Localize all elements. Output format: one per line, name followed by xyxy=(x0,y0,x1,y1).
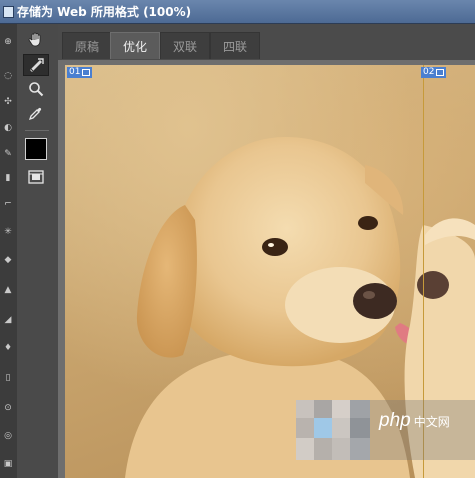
ps-tool-icon[interactable]: ✎ xyxy=(3,150,13,159)
watermark: php 中文网 xyxy=(296,400,475,460)
window-title-bar: 存储为 Web 所用格式 (100%) xyxy=(0,0,475,24)
slice-select-tool[interactable] xyxy=(23,54,49,76)
tab-4-up[interactable]: 四联 xyxy=(210,32,260,59)
puppy-photo-preview: 01 02 php 中文网 xyxy=(65,65,475,478)
ps-tool-icon[interactable]: ♦ xyxy=(3,344,13,353)
eyedropper-tool[interactable] xyxy=(23,102,49,124)
tab-original[interactable]: 原稿 xyxy=(62,32,112,59)
ps-tool-icon[interactable]: ◆ xyxy=(3,256,13,265)
slice-label-01[interactable]: 01 xyxy=(67,67,93,78)
tab-optimized[interactable]: 优化 xyxy=(110,32,160,59)
ps-tool-icon[interactable]: ▯ xyxy=(3,374,13,383)
zoom-icon xyxy=(29,82,44,97)
zoom-tool[interactable] xyxy=(23,78,49,100)
photoshop-side-toolbar: ⊕ ◌ ✣ ◐ ✎ ▮ ⌐ ✳ ◆ ▲ ◢ ♦ ▯ ⊙ ◎ ▣ xyxy=(0,24,18,478)
view-tab-bar: 原稿 优化 双联 四联 xyxy=(58,24,475,60)
app-icon xyxy=(3,5,14,18)
preview-canvas[interactable]: 01 02 php 中文网 xyxy=(58,60,475,478)
ps-tool-icon[interactable]: ⊙ xyxy=(3,404,13,413)
slice-image-icon xyxy=(436,69,445,76)
ps-tool-icon[interactable]: ✳ xyxy=(3,228,13,237)
tool-panel xyxy=(17,24,59,478)
ps-tool-icon[interactable]: ◌ xyxy=(3,72,13,81)
ps-tool-icon[interactable]: ◎ xyxy=(3,432,13,441)
window-title: 存储为 Web 所用格式 (100%) xyxy=(17,5,192,19)
ps-tool-icon[interactable]: ⌐ xyxy=(3,200,13,209)
eyedropper-icon xyxy=(28,107,42,121)
ps-tool-icon[interactable]: ⊕ xyxy=(3,38,13,47)
eyedropper-color-swatch[interactable] xyxy=(25,138,47,160)
ps-tool-icon[interactable]: ◢ xyxy=(3,316,13,325)
slice-image-icon xyxy=(82,69,91,76)
hand-icon xyxy=(28,32,41,47)
slices-visibility-icon xyxy=(28,170,44,184)
ps-tool-icon[interactable]: ▲ xyxy=(3,286,13,295)
hand-tool[interactable] xyxy=(23,28,49,50)
ps-tool-icon[interactable]: ▮ xyxy=(3,174,13,183)
toggle-slices-visibility[interactable] xyxy=(23,166,49,188)
tab-2-up[interactable]: 双联 xyxy=(160,32,210,59)
slice-select-icon xyxy=(28,58,44,72)
ps-tool-icon[interactable]: ◐ xyxy=(3,124,13,133)
tool-divider xyxy=(25,130,49,131)
ps-tool-icon[interactable]: ▣ xyxy=(3,460,13,469)
watermark-text: php 中文网 xyxy=(379,410,450,431)
slice-label-02[interactable]: 02 xyxy=(421,67,447,78)
ps-tool-icon[interactable]: ✣ xyxy=(3,98,13,107)
